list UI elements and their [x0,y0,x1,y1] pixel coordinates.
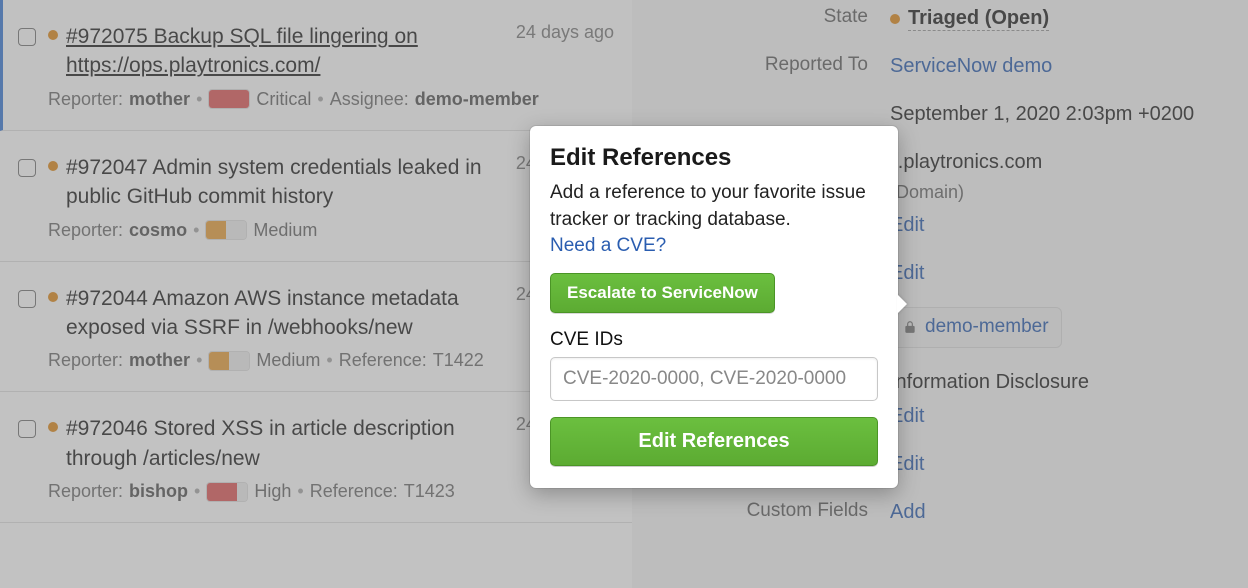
issue-age: 24 days ago [516,22,614,43]
reporter-value: mother [129,350,190,371]
field-label-state: State [660,4,890,31]
weakness-value: Information Disclosure [890,368,1089,396]
severity-icon [208,351,250,371]
popover-title: Edit References [550,144,878,172]
status-dot-icon [890,14,900,24]
field-label-reported-to: Reported To [660,52,890,79]
issue-row[interactable]: #972075 Backup SQL file lingering on htt… [0,0,632,131]
severity-label: Critical [256,89,311,110]
reporter-label: Reporter: [48,350,123,371]
reference-value: T1422 [433,350,484,371]
severity-icon [205,220,247,240]
reporter-label: Reporter: [48,481,123,502]
reporter-value: mother [129,89,190,110]
checkbox[interactable] [18,159,36,177]
severity-label: High [254,481,291,502]
status-dot-icon [48,161,58,171]
issue-title[interactable]: #972047 Admin system credentials leaked … [66,153,496,212]
reporter-label: Reporter: [48,89,123,110]
edit-references-button[interactable]: Edit References [550,417,878,466]
reference-label: Reference: [339,350,427,371]
status-dot-icon [48,422,58,432]
cve-ids-label: CVE IDs [550,329,878,351]
checkbox[interactable] [18,290,36,308]
reported-to-link[interactable]: ServiceNow demo [890,52,1052,80]
edit-references-popover: Edit References Add a reference to your … [530,126,898,488]
popover-description: Add a reference to your favorite issue t… [550,180,878,233]
checkbox[interactable] [18,28,36,46]
severity-icon [206,482,248,502]
edit-weakness-link[interactable]: Edit [890,402,1089,430]
escalate-button[interactable]: Escalate to ServiceNow [550,273,775,313]
assignee-value: demo-member [415,89,539,110]
checkbox[interactable] [18,420,36,438]
reporter-value: cosmo [129,220,187,241]
reporter-value: bishop [129,481,188,502]
assignee-tag-label: demo-member [925,314,1049,341]
issue-title[interactable]: #972046 Stored XSS in article descriptio… [66,414,496,473]
cve-ids-input[interactable] [550,357,878,401]
asset-type: (Domain) [890,180,1042,205]
asset-value: *.playtronics.com [890,148,1042,176]
issue-title[interactable]: #972044 Amazon AWS instance metadata exp… [66,284,496,343]
reporter-label: Reporter: [48,220,123,241]
state-value[interactable]: Triaged (Open) [908,7,1049,31]
severity-label: Medium [256,350,320,371]
severity-icon [208,89,250,109]
issue-title[interactable]: #972075 Backup SQL file lingering on htt… [66,22,496,81]
reported-date: September 1, 2020 2:03pm +0200 [890,100,1194,128]
need-cve-link[interactable]: Need a CVE? [550,235,666,257]
status-dot-icon [48,30,58,40]
assignee-tag[interactable]: demo-member [890,307,1062,348]
status-dot-icon [48,292,58,302]
add-custom-field-link[interactable]: Add [890,498,926,526]
assignee-label: Assignee: [330,89,409,110]
reference-value: T1423 [404,481,455,502]
edit-asset-link[interactable]: Edit [890,211,1042,239]
severity-label: Medium [253,220,317,241]
field-label-custom-fields: Custom Fields [660,498,890,525]
lock-icon [903,320,917,334]
reference-label: Reference: [310,481,398,502]
